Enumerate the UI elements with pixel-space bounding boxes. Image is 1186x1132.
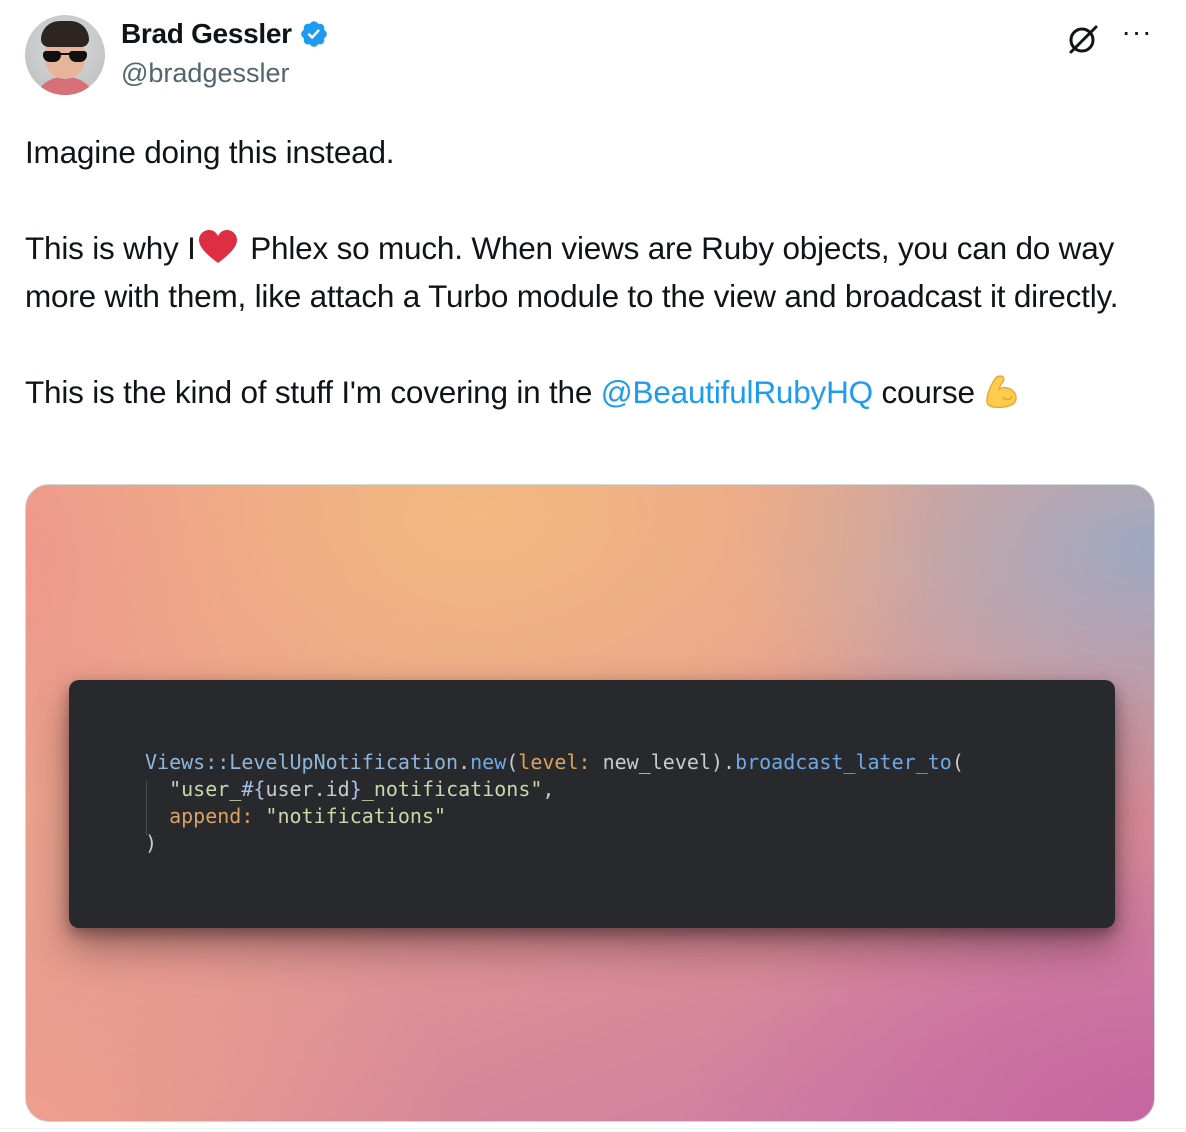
tweet-text: Imagine doing this instead. This is why … [25,128,1155,416]
more-options-icon[interactable]: ··· [1120,18,1154,50]
code-token: level: [518,750,591,774]
tweet-line-3-prefix: This is the kind of stuff I'm covering i… [25,374,593,410]
code-token: user.id [265,777,350,801]
code-token: #{ [241,777,266,801]
avatar[interactable] [25,15,105,95]
tweet-paragraph-3: This is the kind of stuff I'm covering i… [25,368,1155,416]
verified-badge-icon [300,21,327,47]
code-token: new [470,750,507,774]
code-token: new_level [590,750,711,774]
code-token: broadcast_later_to [735,750,952,774]
code-token: append: [169,804,254,828]
tweet-paragraph-2: This is why I Phlex so much. When views … [25,224,1155,320]
code-token: ( [506,750,519,774]
code-token: _notifications" [361,777,543,801]
flexed-biceps-icon [986,375,1017,409]
code-token: Views::LevelUpNotification [145,750,459,774]
code-token: } [349,777,362,801]
author-name-row[interactable]: Brad Gessler [121,18,329,50]
author-handle[interactable]: @bradgessler [121,58,290,89]
tweet-line-1: Imagine doing this instead. [25,134,395,170]
tweet-line-3-suffix: course [881,374,975,410]
code-token: "user_ [169,777,242,801]
tweet-line-2-prefix: This is why I [25,230,196,266]
indent-guide [146,781,147,835]
red-heart-icon [198,230,237,263]
code-token: . [458,750,471,774]
grok-icon[interactable] [1066,22,1100,56]
mention-link[interactable]: @BeautifulRubyHQ [601,374,873,410]
media-image[interactable]: Views::LevelUpNotification.new(level: ne… [25,484,1155,1122]
code-token: ). [710,750,736,774]
code-window: Views::LevelUpNotification.new(level: ne… [69,680,1115,928]
code-token: , [542,777,555,801]
divider [0,1128,1186,1129]
code-token: "notifications" [253,804,447,828]
code-block: Views::LevelUpNotification.new(level: ne… [145,749,964,857]
code-token: ( [951,750,964,774]
author-name[interactable]: Brad Gessler [121,18,292,50]
